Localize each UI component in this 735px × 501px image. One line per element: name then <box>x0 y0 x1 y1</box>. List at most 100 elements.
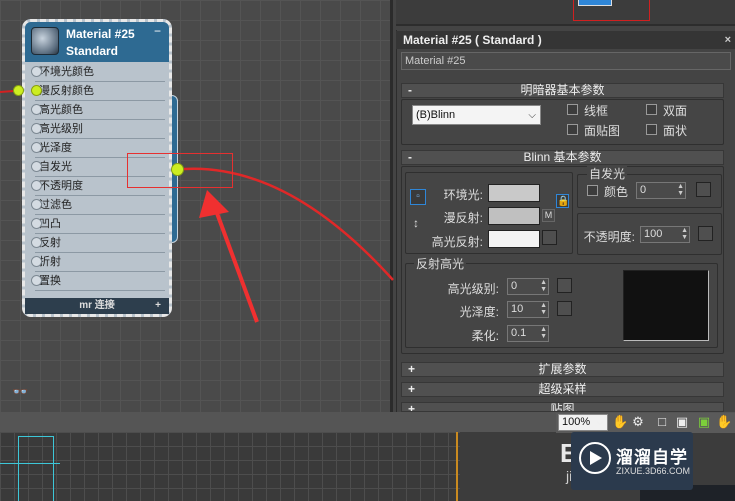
spinner-arrows-icon[interactable]: ▲ ▼ <box>681 227 688 241</box>
rollout-maps[interactable]: + 贴图 <box>401 402 724 412</box>
frame-selected-icon[interactable]: ▣ <box>674 414 690 430</box>
zoom-region-icon[interactable]: □ <box>654 414 670 430</box>
slot-specular-color[interactable]: 高光颜色 <box>31 101 165 120</box>
spinner-arrows-icon[interactable]: ▲ ▼ <box>540 279 547 293</box>
opacity-map-button[interactable] <box>698 226 713 241</box>
pan-hand-icon[interactable]: ✋ <box>612 414 628 430</box>
ambient-color-swatch[interactable] <box>488 184 540 202</box>
glossiness-spinner[interactable]: 10 ▲ ▼ <box>507 301 549 318</box>
app-root: Material #25 Standard − 环境光颜色 漫反射颜色 高光颜色… <box>0 0 735 501</box>
slot-socket[interactable] <box>31 180 42 191</box>
slot-label: 凹凸 <box>39 218 61 230</box>
spinner-arrows-icon[interactable]: ▲ ▼ <box>540 326 547 340</box>
watermark-name: 溜溜自学 <box>616 448 688 467</box>
rollout-blinn-basic[interactable]: - Blinn 基本参数 <box>401 150 724 165</box>
input-socket[interactable] <box>13 85 24 96</box>
zoom-extents-icon[interactable]: ⚙ <box>630 414 646 430</box>
annotation-arrow-shaft <box>212 204 259 323</box>
slot-filter-color[interactable]: 过滤色 <box>31 196 165 215</box>
specular-color-swatch[interactable] <box>488 230 540 248</box>
node-collapse-button[interactable]: − <box>154 24 161 38</box>
opacity-label: 不透明度: <box>583 230 635 244</box>
binoculars-icon[interactable]: 👓 <box>12 384 28 400</box>
diffuse-label: 漫反射: <box>443 211 483 225</box>
slot-socket[interactable] <box>31 199 42 210</box>
slot-specular-level[interactable]: 高光级别 <box>31 120 165 139</box>
slot-socket[interactable] <box>31 218 42 229</box>
rollout-label: 明暗器基本参数 <box>520 83 605 97</box>
specular-level-map-button[interactable] <box>557 278 572 293</box>
face-map-checkbox[interactable] <box>567 124 578 135</box>
self-illum-color-checkbox[interactable] <box>587 185 598 196</box>
track-selection-box <box>18 436 54 501</box>
rollout-label: 超级采样 <box>538 382 587 396</box>
slot-label: 折射 <box>39 256 61 268</box>
slot-socket[interactable] <box>31 275 42 286</box>
faceted-label: 面状 <box>663 124 688 138</box>
select-node-icon[interactable]: ▣ <box>696 414 712 430</box>
ambient-label: 环境光: <box>443 188 483 202</box>
self-illum-spinner[interactable]: 0 ▲ ▼ <box>636 182 686 199</box>
faceted-checkbox[interactable] <box>646 124 657 135</box>
slot-reflection[interactable]: 反射 <box>31 234 165 253</box>
rollout-supersampling[interactable]: + 超级采样 <box>401 382 724 397</box>
slot-bump[interactable]: 凹凸 <box>31 215 165 234</box>
mr-connection-bar[interactable]: mr 连接 + <box>25 298 169 314</box>
slot-socket[interactable] <box>31 104 42 115</box>
self-illum-color-label: 颜色 <box>604 185 629 199</box>
opacity-value: 100 <box>644 228 663 240</box>
specular-highlight-curve-preview <box>623 270 709 341</box>
soften-spinner[interactable]: 0.1 ▲ ▼ <box>507 325 549 342</box>
specular-label: 高光反射: <box>431 235 483 249</box>
slot-refraction[interactable]: 折射 <box>31 253 165 272</box>
slot-socket[interactable] <box>31 66 42 77</box>
slot-label: 过滤色 <box>39 199 72 211</box>
opacity-spinner[interactable]: 100 ▲ ▼ <box>640 226 690 243</box>
shader-selected-value: (B)Blinn <box>416 109 456 121</box>
two-sided-checkbox[interactable] <box>646 104 657 115</box>
rollout-extended[interactable]: + 扩展参数 <box>401 362 724 377</box>
panel-title-bar: Material #25 ( Standard ) × <box>396 31 735 49</box>
chevron-down-icon[interactable]: ⌵ <box>592 414 608 430</box>
slot-label: 环境光颜色 <box>39 66 94 78</box>
material-name-field[interactable]: Material #25 <box>401 52 731 70</box>
slot-socket[interactable] <box>31 161 42 172</box>
watermark-badge: 溜溜自学 ZIXUE.3D66.COM <box>571 432 693 490</box>
slot-displacement[interactable]: 置换 <box>31 272 165 291</box>
track-view-grid[interactable] <box>0 432 460 501</box>
specular-level-value: 0 <box>511 280 518 292</box>
slot-socket[interactable] <box>31 123 42 134</box>
slot-socket[interactable] <box>31 237 42 248</box>
slot-diffuse[interactable]: 漫反射颜色 <box>31 82 165 101</box>
zoom-value: 100% <box>562 416 591 428</box>
self-illum-legend: 自发光 <box>587 165 628 182</box>
rollout-label: Blinn 基本参数 <box>523 150 602 164</box>
face-map-label: 面贴图 <box>584 124 621 138</box>
slot-socket[interactable] <box>31 256 42 267</box>
spinner-arrows-icon[interactable]: ▲ ▼ <box>540 302 547 316</box>
expand-plus-icon[interactable]: + <box>155 298 161 314</box>
slot-socket-connected[interactable] <box>31 85 42 96</box>
self-illum-map-button[interactable] <box>696 182 711 197</box>
slot-ambient[interactable]: 环境光颜色 <box>31 63 165 82</box>
time-slider-line[interactable] <box>456 432 458 501</box>
slot-label: 光泽度 <box>39 142 72 154</box>
shader-type-select[interactable]: (B)Blinn ⌵ <box>412 105 541 125</box>
rollout-shader-basic[interactable]: - 明暗器基本参数 <box>401 83 724 98</box>
spinner-arrows-icon[interactable]: ▲ ▼ <box>677 183 684 197</box>
node-header[interactable]: Material #25 Standard − <box>25 22 169 62</box>
rollout-label: 贴图 <box>550 402 575 412</box>
slot-socket[interactable] <box>31 142 42 153</box>
wire-checkbox[interactable] <box>567 104 578 115</box>
lock-icon[interactable]: 🔒 <box>556 194 569 208</box>
diffuse-color-swatch[interactable] <box>488 207 540 225</box>
specular-level-spinner[interactable]: 0 ▲ ▼ <box>507 278 549 295</box>
specular-map-button[interactable] <box>542 230 557 245</box>
glossiness-map-button[interactable] <box>557 301 572 316</box>
glossiness-value: 10 <box>511 303 524 315</box>
diffuse-map-button[interactable]: M <box>542 209 555 222</box>
hand-tool-icon[interactable]: ✋ <box>716 414 732 430</box>
close-icon[interactable]: × <box>725 31 731 49</box>
preview-slot-selected[interactable] <box>578 0 612 6</box>
mr-connection-label: mr 连接 <box>79 300 115 311</box>
